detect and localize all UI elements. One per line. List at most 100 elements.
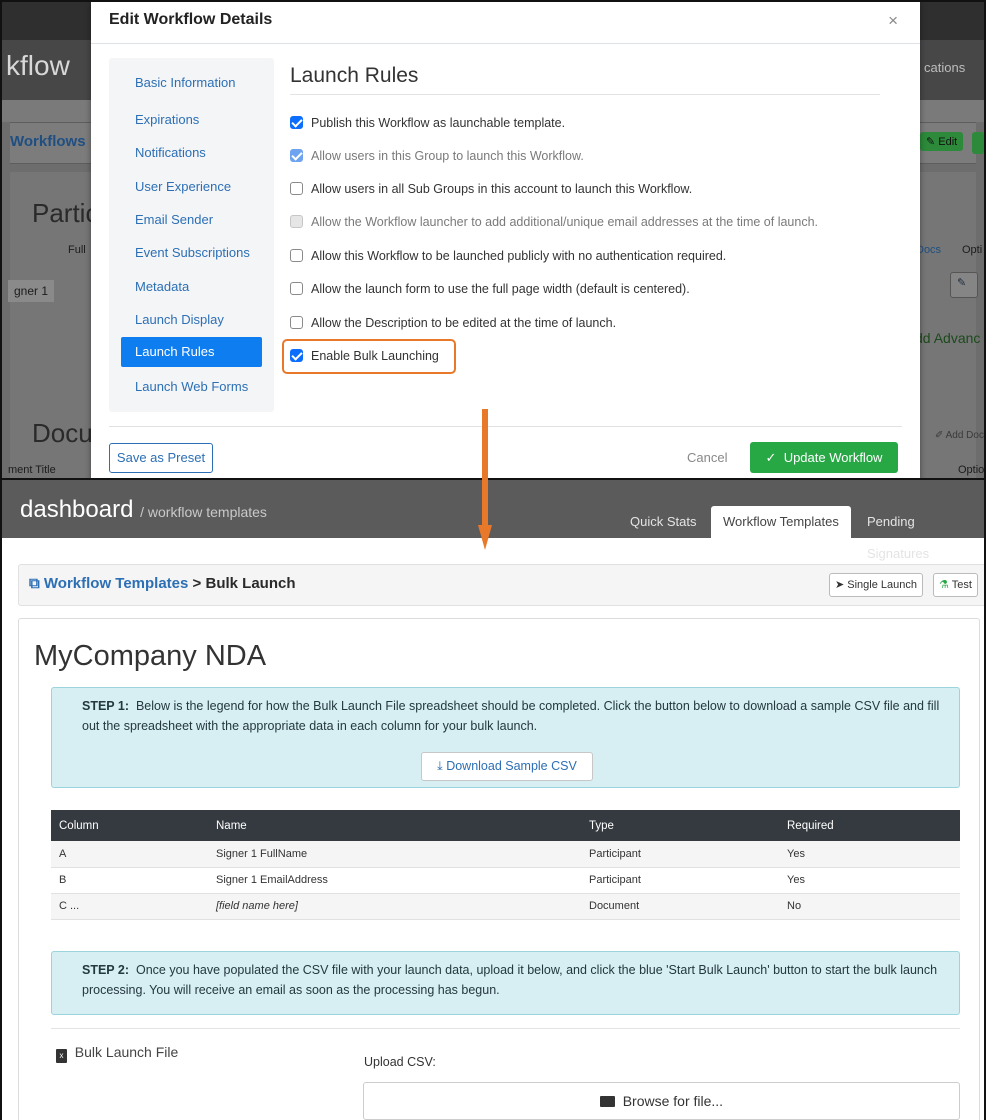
cell-column: B <box>51 867 208 894</box>
background-nav-right: cations <box>924 60 966 75</box>
checkbox-empty-icon[interactable] <box>290 316 303 329</box>
rule-allow-group-launch: Allow users in this Group to launch this… <box>290 146 584 166</box>
nav-launch-rules[interactable]: Launch Rules <box>121 337 262 367</box>
checkmark-icon: ✓ <box>765 450 777 465</box>
checkbox-disabled-icon <box>290 215 303 228</box>
checkbox-empty-icon[interactable] <box>290 282 303 295</box>
checkbox-checked-disabled-icon <box>290 149 303 162</box>
background-document-title-col: ment Title <box>8 464 56 476</box>
breadcrumb-current: Bulk Launch <box>205 575 296 592</box>
rule-full-page-width[interactable]: Allow the launch form to use the full pa… <box>290 279 690 299</box>
modal-title: Edit Workflow Details <box>109 11 273 28</box>
background-extra-button <box>972 132 984 154</box>
csv-file-icon: x <box>56 1049 67 1063</box>
nav-metadata[interactable]: Metadata <box>109 272 264 302</box>
checkbox-empty-icon[interactable] <box>290 249 303 262</box>
cell-required: Yes <box>779 867 960 894</box>
checkbox-checked-icon[interactable] <box>290 116 303 129</box>
browse-file-button[interactable]: Browse for file... <box>363 1082 960 1120</box>
step2-label: STEP 2: <box>82 963 130 977</box>
dashboard-header: dashboard / workflow templates Quick Sta… <box>2 480 984 561</box>
close-icon[interactable]: × <box>888 11 898 31</box>
tab-workflow-templates[interactable]: Workflow Templates <box>711 506 851 538</box>
table-header-row: Column Name Type Required <box>51 810 960 841</box>
folder-icon <box>599 1096 615 1107</box>
down-arrow-icon <box>478 409 492 550</box>
cell-required: Yes <box>779 841 960 868</box>
tab-quick-stats[interactable]: Quick Stats <box>618 506 708 538</box>
cell-type: Document <box>581 893 779 920</box>
cell-column: C ... <box>51 893 208 920</box>
section-divider <box>51 1028 960 1029</box>
breadcrumb: ⧉ Workflow Templates > Bulk Launch ➤ Sin… <box>18 564 984 606</box>
cell-type: Participant <box>581 867 779 894</box>
dashboard-title: dashboard / workflow templates <box>20 496 267 523</box>
nav-user-experience[interactable]: User Experience <box>109 172 264 202</box>
rule-publish-launchable[interactable]: Publish this Workflow as launchable temp… <box>290 113 565 133</box>
nav-event-subscriptions[interactable]: Event Subscriptions <box>109 238 264 268</box>
edit-workflow-modal: Edit Workflow Details × Basic Informatio… <box>91 2 920 478</box>
background-signer-label: gner 1 <box>8 280 55 302</box>
background-app-title: kflow <box>6 50 70 81</box>
breadcrumb-link-workflow-templates[interactable]: Workflow Templates <box>44 575 188 592</box>
breadcrumb-text: ⧉ Workflow Templates > Bulk Launch <box>29 575 296 592</box>
cancel-button[interactable]: Cancel <box>687 450 727 465</box>
nav-launch-display[interactable]: Launch Display <box>109 305 264 335</box>
csv-legend-table: Column Name Type Required A Signer 1 Ful… <box>51 810 960 920</box>
table-row: A Signer 1 FullName Participant Yes <box>51 841 960 868</box>
cell-name: [field name here] <box>208 893 581 920</box>
upload-csv-label: Upload CSV: <box>364 1055 436 1069</box>
download-sample-csv-button[interactable]: ⤓ Download Sample CSV <box>421 752 593 781</box>
background-edit-button: ✎ Edit <box>920 132 964 151</box>
nav-launch-web-forms[interactable]: Launch Web Forms <box>109 372 264 402</box>
background-add-advanced: dd Advanc <box>915 330 981 346</box>
nav-notifications[interactable]: Notifications <box>109 138 264 168</box>
rule-edit-description[interactable]: Allow the Description to be edited at th… <box>290 313 616 333</box>
modal-header: Edit Workflow Details × <box>91 2 920 44</box>
tab-pending-signatures[interactable]: Pending Signatures <box>855 506 984 561</box>
cell-name: Signer 1 FullName <box>208 841 581 868</box>
rule-allow-sub-groups[interactable]: Allow users in all Sub Groups in this ac… <box>290 179 692 199</box>
col-header-type: Type <box>581 810 779 841</box>
heading-divider <box>290 94 880 95</box>
bulk-launch-screenshot: dashboard / workflow templates Quick Sta… <box>0 480 986 1120</box>
cell-name: Signer 1 EmailAddress <box>208 867 581 894</box>
edit-workflow-screenshot: kflow cations Workflows ✎ Edit Partic Fu… <box>0 0 986 480</box>
test-button[interactable]: ⚗ Test <box>933 573 978 597</box>
step1-label: STEP 1: <box>82 699 130 713</box>
footer-divider <box>109 426 902 427</box>
background-participants-heading: Partic <box>32 198 99 228</box>
flask-icon: ⚗ <box>939 579 949 591</box>
col-header-required: Required <box>779 810 960 841</box>
background-workflows-link: Workflows <box>10 133 86 150</box>
bulk-launch-file-label: x Bulk Launch File <box>56 1044 178 1063</box>
background-documents-heading: Docu <box>32 418 93 448</box>
background-pencil-button: ✎ <box>950 272 978 298</box>
save-as-preset-button[interactable]: Save as Preset <box>109 443 213 473</box>
table-row: C ... [field name here] Document No <box>51 893 960 920</box>
checkbox-empty-icon[interactable] <box>290 182 303 195</box>
send-icon: ➤ <box>835 579 845 591</box>
nav-expirations[interactable]: Expirations <box>109 105 264 135</box>
col-header-name: Name <box>208 810 581 841</box>
background-options-label2: Optio <box>958 464 985 476</box>
cell-type: Participant <box>581 841 779 868</box>
update-workflow-button[interactable]: ✓ Update Workflow <box>750 442 898 473</box>
rule-public-launch[interactable]: Allow this Workflow to be launched publi… <box>290 246 726 266</box>
background-add-doc: ✐ Add Doc <box>935 430 984 441</box>
settings-side-nav: Basic Information Expirations Notificati… <box>109 58 274 412</box>
background-options-label: Opti <box>962 244 983 256</box>
background-full-label: Full <box>68 244 86 256</box>
launch-rules-heading: Launch Rules <box>290 64 419 87</box>
pencil-icon: ✎ <box>926 136 936 148</box>
nav-basic-information[interactable]: Basic Information <box>109 68 264 98</box>
nav-email-sender[interactable]: Email Sender <box>109 205 264 235</box>
external-link-icon[interactable]: ⧉ <box>29 575 40 592</box>
rule-add-email-addresses: Allow the Workflow launcher to add addit… <box>290 212 818 232</box>
highlight-box <box>282 339 456 374</box>
cell-required: No <box>779 893 960 920</box>
step2-text: Once you have populated the CSV file wit… <box>82 963 938 997</box>
single-launch-button[interactable]: ➤ Single Launch <box>829 573 924 597</box>
cell-column: A <box>51 841 208 868</box>
table-row: B Signer 1 EmailAddress Participant Yes <box>51 867 960 894</box>
